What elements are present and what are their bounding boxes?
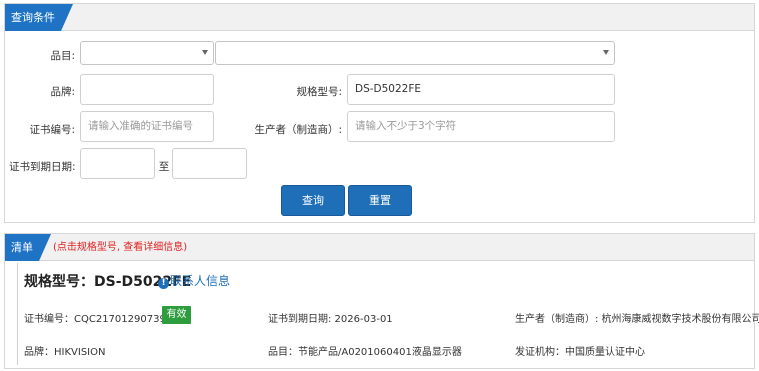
chevron-down-icon	[202, 50, 208, 55]
brand-label: 品牌:	[50, 86, 75, 98]
expiry-label: 证书到期日期:	[9, 161, 76, 173]
cert-no-value: 证书编号：CQC21701290739	[24, 314, 166, 325]
list-hint: (点击规格型号, 查看详细信息)	[53, 242, 188, 253]
contact-info-label: 联系人信息	[170, 274, 231, 288]
tab-list: 清单	[5, 234, 51, 261]
manufacturer-value: 生产者（制造商）: 杭州海康威视数字技术股份有限公司	[515, 314, 759, 325]
expiry-value: 证书到期日期: 2026-03-01	[268, 314, 393, 325]
info-icon: !	[158, 278, 169, 289]
expiry-to-input[interactable]	[172, 148, 247, 179]
brand-value: 品牌：HIKVISION	[24, 347, 106, 358]
expiry-to-label: 至	[158, 161, 170, 173]
list-item: 规格型号：DS-D5022FE ! 联系人信息 证书编号：CQC217012907…	[17, 263, 759, 365]
issuer-value: 发证机构：中国质量认证中心	[515, 347, 645, 358]
category-select-secondary[interactable]	[215, 41, 615, 65]
category-value: 品目：节能产品/A0201060401液晶显示器	[268, 347, 462, 358]
cert-no-label: 证书编号:	[29, 124, 75, 136]
expiry-from-input[interactable]	[80, 148, 155, 179]
chevron-down-icon	[603, 50, 609, 55]
reset-button[interactable]: 重置	[348, 185, 412, 216]
category-label: 品目:	[50, 50, 75, 62]
model-label: 规格型号:	[296, 86, 342, 98]
brand-input[interactable]	[80, 74, 214, 105]
cert-no-input[interactable]: 请输入准确的证书编号	[80, 111, 214, 142]
status-badge: 有效	[162, 306, 191, 324]
query-panel-header: 查询条件	[5, 4, 754, 31]
contact-info-link[interactable]: ! 联系人信息	[158, 272, 230, 289]
manufacturer-input[interactable]: 请输入不少于3个字符	[347, 111, 615, 142]
manufacturer-label: 生产者（制造商）:	[254, 124, 342, 136]
query-panel: 查询条件 品目: 品牌: 规格型号: DS-D5022FE 证书编号: 请输入准…	[4, 3, 755, 223]
tab-query-conditions: 查询条件	[5, 4, 73, 31]
model-input[interactable]: DS-D5022FE	[347, 74, 615, 105]
category-select-primary[interactable]	[80, 41, 214, 65]
list-panel-header: 清单 (点击规格型号, 查看详细信息)	[5, 234, 754, 261]
search-button[interactable]: 查询	[281, 185, 345, 216]
list-panel: 清单 (点击规格型号, 查看详细信息) 规格型号：DS-D5022FE ! 联系人…	[4, 233, 759, 369]
